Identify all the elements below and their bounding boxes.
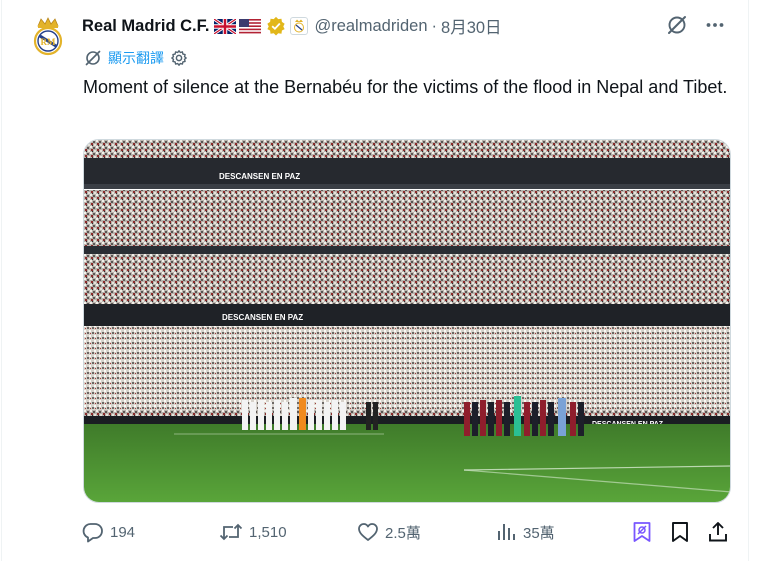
us-flag-icon [239, 18, 262, 34]
like-icon [358, 523, 378, 541]
more-icon[interactable] [704, 14, 726, 36]
real-madrid-crest-icon: RM [33, 17, 63, 56]
views-button[interactable]: 35萬 [495, 518, 555, 546]
banner-upper: DESCANSEN EN PAZ [219, 172, 300, 181]
top-actions [666, 14, 726, 36]
translate-icon [85, 50, 101, 66]
reply-icon [82, 523, 103, 543]
translate-link[interactable]: 顯示翻譯 [108, 48, 164, 68]
tweet-date[interactable]: 8月30日 [441, 14, 502, 38]
repost-button[interactable]: 1,510 [219, 518, 287, 546]
like-count: 2.5萬 [385, 524, 421, 542]
share-button[interactable] [708, 518, 728, 546]
uk-flag-icon [214, 18, 237, 34]
action-bar: 194 1,510 2.5萬 35萬 [82, 518, 732, 546]
share-icon [709, 522, 727, 542]
banner-lower: DESCANSEN EN PAZ [222, 313, 303, 322]
tweet-text: Moment of silence at the Bernabéu for th… [83, 77, 728, 97]
grok-bookmark-icon [633, 522, 651, 542]
reply-button[interactable]: 194 [82, 518, 135, 546]
bookmark-button[interactable] [670, 518, 690, 546]
tweet-card[interactable]: RM Real Madrid C.F. @realmadriden · 8月30… [1, 0, 749, 561]
tweet-header: Real Madrid C.F. @realmadriden · 8月30日 [82, 14, 502, 38]
repost-icon [219, 523, 243, 541]
verified-badge-icon[interactable] [266, 16, 286, 36]
like-button[interactable]: 2.5萬 [357, 518, 421, 546]
grok-icon[interactable] [666, 14, 688, 36]
separator-dot: · [431, 16, 438, 35]
stadium-photo: DESCANSEN EN PAZ DESCANSEN EN PAZ DESCAN… [84, 140, 730, 502]
translate-row: 顯示翻譯 [84, 48, 188, 68]
avatar[interactable]: RM [28, 16, 68, 56]
author-name[interactable]: Real Madrid C.F. [82, 17, 209, 36]
team-visitors [464, 396, 584, 436]
views-count: 35萬 [523, 524, 555, 542]
views-icon [498, 524, 515, 540]
tweet-media[interactable]: DESCANSEN EN PAZ DESCANSEN EN PAZ DESCAN… [83, 139, 731, 503]
settings-icon[interactable] [170, 49, 188, 67]
reply-count: 194 [110, 523, 136, 541]
affiliate-badge-icon[interactable] [290, 17, 309, 35]
bookmark-icon [672, 522, 688, 542]
svg-text:RM: RM [41, 37, 56, 47]
author-handle[interactable]: @realmadriden [314, 17, 427, 36]
grok-bookmark-button[interactable] [632, 518, 652, 546]
repost-count: 1,510 [249, 523, 287, 541]
